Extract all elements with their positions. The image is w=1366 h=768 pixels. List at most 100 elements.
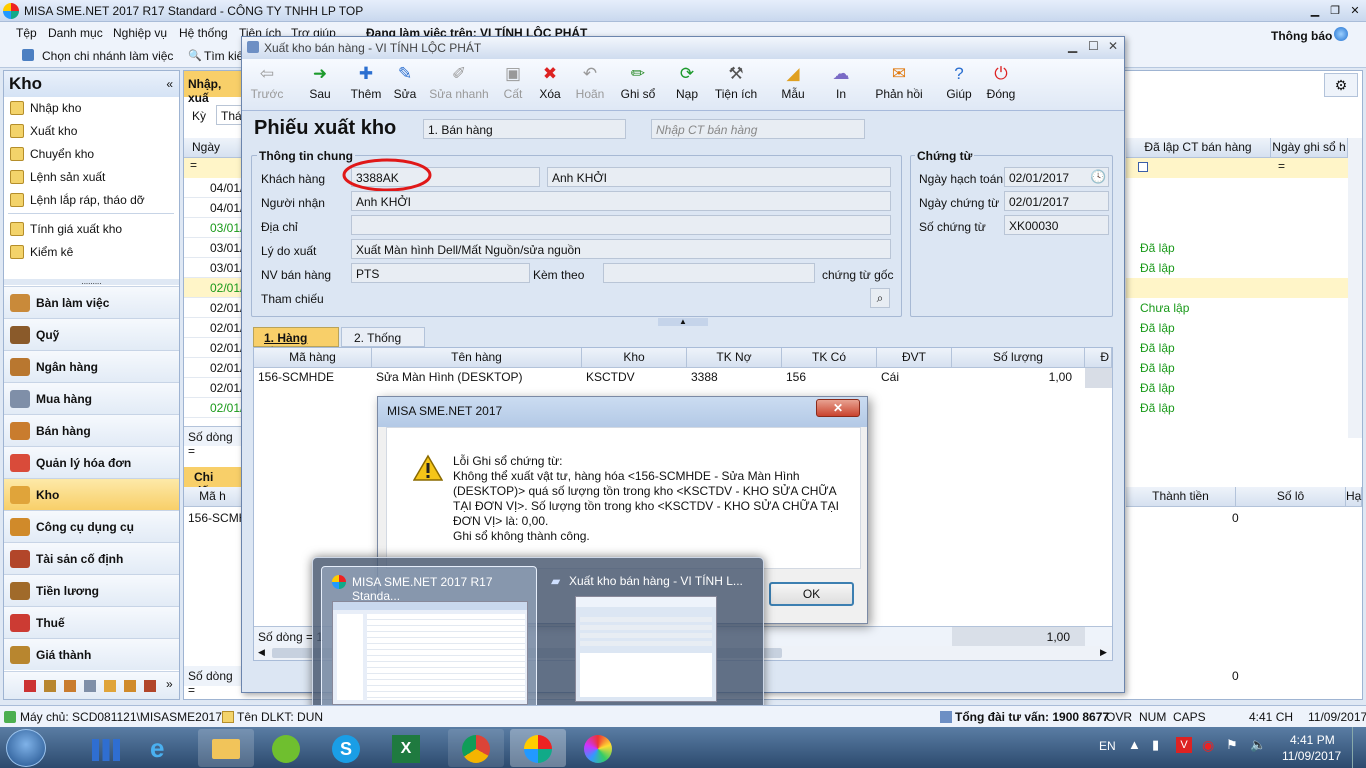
column-header-code[interactable]: Mã h (184, 487, 242, 507)
close-button[interactable]: ✕ (1346, 2, 1364, 18)
column-header-date[interactable]: Ngày hạch (184, 138, 242, 173)
cell-item-code[interactable]: 156-SCMHDE (254, 368, 372, 388)
date-cell[interactable]: 02/01/ (184, 338, 243, 358)
clock-time[interactable]: 4:41 PM (1290, 733, 1335, 747)
preview-item-misa[interactable]: MISA SME.NET 2017 R17 Standa... (321, 566, 537, 712)
shortcut-icon[interactable] (24, 680, 36, 692)
shortcut-icon[interactable] (144, 680, 156, 692)
globe-icon[interactable] (1334, 27, 1348, 41)
help-button[interactable]: ? Giúp (944, 61, 974, 109)
taskbar-app-excel[interactable]: X (378, 729, 434, 767)
reference-search-icon[interactable]: ⌕ (870, 288, 890, 308)
menu-file[interactable]: Tệp (16, 26, 37, 40)
gear-icon[interactable]: ⚙ (1324, 73, 1358, 97)
app-tray-icon[interactable]: ◉ (1202, 737, 1214, 754)
module-gia-thanh[interactable]: Giá thành (4, 638, 179, 670)
child-maximize-button[interactable]: ☐ (1088, 39, 1099, 53)
col-credit[interactable]: TK Có (782, 348, 877, 368)
module-quy[interactable]: Quỹ (4, 318, 179, 350)
col-unit[interactable]: ĐVT (877, 348, 952, 368)
clock-icon[interactable]: 🕓 (1090, 169, 1106, 185)
module-ban-hang[interactable]: Bán hàng (4, 414, 179, 446)
address-input[interactable] (351, 215, 891, 235)
menu-catalog[interactable]: Danh mục (48, 26, 103, 40)
taskbar-app-explorer[interactable] (198, 729, 254, 767)
date-cell[interactable]: 02/01/ (184, 318, 243, 338)
antivirus-icon[interactable]: V (1176, 737, 1192, 753)
date-cell[interactable]: 03/01/ (184, 258, 243, 278)
checkbox-filter[interactable] (1138, 162, 1148, 172)
sidebar-item-xuat-kho[interactable]: Xuất kho (4, 120, 179, 143)
tray-arrow-icon[interactable]: ▲ (1128, 737, 1141, 752)
column-header-post-date[interactable]: Ngày ghi sổ h (1271, 138, 1348, 158)
voucher-no-input[interactable]: XK00030 (1004, 215, 1109, 235)
sidebar-item-lenh-lap-rap[interactable]: Lệnh lắp ráp, tháo dỡ (4, 189, 179, 212)
network-icon[interactable]: ▮ (1152, 737, 1159, 753)
staff-input[interactable]: PTS (351, 263, 530, 283)
undo-button[interactable]: ↶ Hoãn (572, 61, 608, 109)
taskbar-app-skype[interactable]: S (318, 729, 374, 767)
splitter[interactable]: ......... (4, 278, 179, 286)
date-cell[interactable]: 02/01/ (184, 298, 243, 318)
delete-button[interactable]: ✖ Xóa (536, 61, 564, 109)
module-kho[interactable]: Kho (4, 478, 179, 510)
cell-item-name[interactable]: Sửa Màn Hình (DESKTOP) (372, 368, 582, 388)
taskbar-app-green[interactable] (258, 729, 314, 767)
more-icon[interactable]: » (166, 677, 173, 691)
cell-unit[interactable]: Cái (877, 368, 952, 388)
sidebar-item-lenh-san-xuat[interactable]: Lệnh sản xuất (4, 166, 179, 189)
template-button[interactable]: ◢ Mẫu (778, 61, 808, 109)
cell-credit[interactable]: 156 (782, 368, 877, 388)
next-button[interactable]: ➜ Sau (302, 61, 338, 109)
close-voucher-button[interactable]: ⏻ Đóng (984, 61, 1018, 109)
branch-select[interactable]: Chọn chi nhánh làm việc (42, 49, 173, 63)
post-button[interactable]: ✏ Ghi sổ (618, 61, 658, 109)
date-cell[interactable]: 04/01/ (184, 198, 243, 218)
quick-edit-button[interactable]: ✐ Sửa nhanh (428, 61, 490, 109)
taskbar-app-ie[interactable]: e (138, 729, 194, 767)
voucher-date-input[interactable]: 02/01/2017 (1004, 191, 1109, 211)
date-cell[interactable]: 02/01/ (184, 358, 243, 378)
dialog-close-button[interactable]: ✕ (816, 399, 860, 417)
module-tien-luong[interactable]: Tiền lương (4, 574, 179, 606)
reload-button[interactable]: ⟳ Nạp (672, 61, 702, 109)
date-cell[interactable]: 03/01/ (184, 238, 243, 258)
collapse-header-handle[interactable]: ▲ (658, 318, 708, 326)
col-quantity[interactable]: Số lượng (952, 348, 1085, 368)
ok-button[interactable]: OK (769, 582, 854, 606)
date-cell[interactable]: 02/01/ (184, 278, 243, 298)
search-icon[interactable]: 🔍 (188, 49, 202, 62)
module-ngan-hang[interactable]: Ngân hàng (4, 350, 179, 382)
shortcut-icon[interactable] (124, 680, 136, 692)
module-mua-hang[interactable]: Mua hàng (4, 382, 179, 414)
module-thue[interactable]: Thuế (4, 606, 179, 638)
collapse-icon[interactable]: « (166, 77, 173, 91)
column-header-expiry[interactable]: Hạ (1346, 487, 1362, 507)
show-desktop-button[interactable] (1352, 727, 1366, 768)
feedback-button[interactable]: ✉ Phản hồi (874, 61, 924, 109)
taskbar-app-chrome[interactable] (448, 729, 504, 767)
volume-icon[interactable]: 🔈 (1250, 737, 1266, 753)
child-close-button[interactable]: ✕ (1108, 39, 1118, 53)
col-item-name[interactable]: Tên hàng (372, 348, 582, 368)
col-debit[interactable]: TK Nợ (687, 348, 782, 368)
tab-list[interactable]: Nhập, xuấ (184, 71, 244, 105)
sidebar-item-tinh-gia[interactable]: Tính giá xuất kho (4, 218, 179, 241)
sidebar-item-nhap-kho[interactable]: Nhập kho (4, 97, 179, 120)
receiver-input[interactable]: Anh KHỞI (351, 191, 891, 211)
detail-code[interactable]: 156-SCMH (188, 511, 247, 525)
column-header-amount[interactable]: Thành tiền (1126, 487, 1236, 507)
shortcut-icon[interactable] (84, 680, 96, 692)
preview-item-voucher[interactable]: ▰ Xuất kho bán hàng - VI TÍNH L... (547, 566, 757, 712)
module-quan-ly-hoa-don[interactable]: Quản lý hóa đơn (4, 446, 179, 478)
menu-system[interactable]: Hệ thống (179, 26, 228, 40)
module-tai-san[interactable]: Tài sản cố định (4, 542, 179, 574)
module-cong-cu[interactable]: Công cụ dụng cụ (4, 510, 179, 542)
language-indicator[interactable]: EN (1099, 739, 1116, 753)
date-cell[interactable]: 04/01/ (184, 178, 243, 198)
edit-button[interactable]: ✎ Sửa (390, 61, 420, 109)
period-select[interactable]: Thán (216, 105, 242, 125)
cell-debit[interactable]: 3388 (687, 368, 782, 388)
col-warehouse[interactable]: Kho (582, 348, 687, 368)
cell-price[interactable] (1085, 368, 1112, 388)
